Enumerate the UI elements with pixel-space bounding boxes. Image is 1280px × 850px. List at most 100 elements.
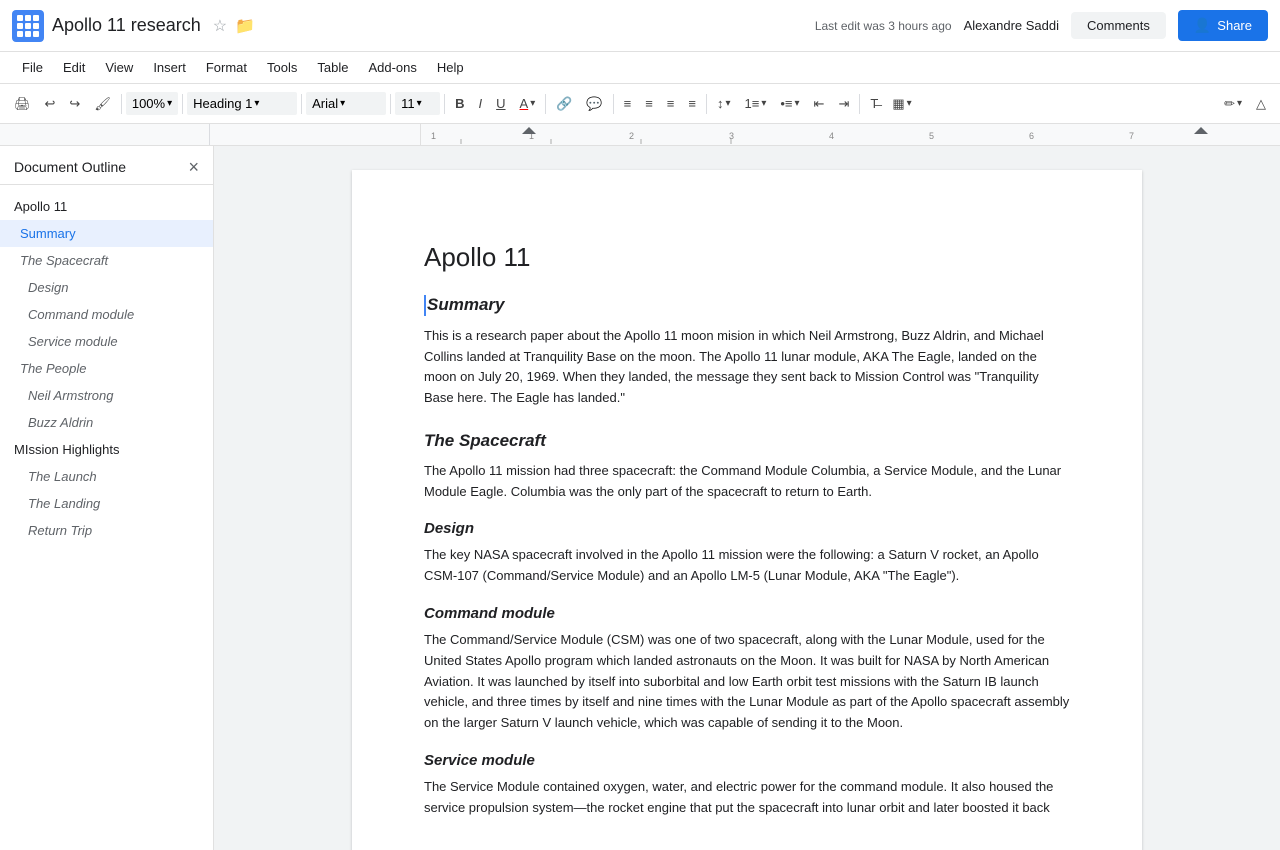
doc-page[interactable]: Apollo 11 Summary This is a research pap… bbox=[352, 170, 1142, 850]
sidebar-title: Document Outline bbox=[14, 159, 126, 175]
align-center-button[interactable]: ≡ bbox=[639, 91, 659, 116]
font-size-value: 11 bbox=[401, 96, 415, 111]
comments-button[interactable]: Comments bbox=[1071, 12, 1166, 39]
menu-edit[interactable]: Edit bbox=[53, 56, 95, 79]
doc-para-summary[interactable]: This is a research paper about the Apoll… bbox=[424, 326, 1070, 409]
outline-item-spacecraft[interactable]: The Spacecraft bbox=[0, 247, 213, 274]
top-bar: Apollo 11 research ☆ 📁 Last edit was 3 h… bbox=[0, 0, 1280, 52]
column-ruler-chevron: ▾ bbox=[907, 98, 912, 109]
bulleted-list-button[interactable]: •≡ ▾ bbox=[774, 91, 805, 116]
zoom-chevron: ▾ bbox=[167, 98, 172, 109]
numbered-list-button[interactable]: 1≡ ▾ bbox=[739, 91, 773, 116]
edit-mode-icon: ✏ bbox=[1224, 96, 1235, 112]
font-size-select[interactable]: 11 ▾ bbox=[395, 92, 440, 115]
svg-text:2: 2 bbox=[629, 131, 634, 141]
separator-2 bbox=[182, 94, 183, 114]
star-icon[interactable]: ☆ bbox=[213, 16, 227, 36]
menu-insert[interactable]: Insert bbox=[143, 56, 196, 79]
outline-item-landing[interactable]: The Landing bbox=[0, 490, 213, 517]
menu-file[interactable]: File bbox=[12, 56, 53, 79]
paint-format-button[interactable]: 🖌 bbox=[88, 91, 117, 117]
grid-icon bbox=[17, 15, 39, 37]
bulleted-list-icon: •≡ bbox=[780, 96, 792, 111]
clear-formatting-button[interactable]: T̶ bbox=[864, 91, 884, 116]
bold-button[interactable]: B bbox=[449, 91, 470, 116]
doc-heading-service-module: Service module bbox=[424, 752, 1070, 769]
print-icon: 🖨 bbox=[14, 96, 31, 112]
numbered-list-icon: 1≡ bbox=[745, 96, 760, 111]
doc-para-design[interactable]: The key NASA spacecraft involved in the … bbox=[424, 545, 1070, 587]
link-button[interactable]: 🔗 bbox=[550, 91, 578, 117]
align-right-button[interactable]: ≡ bbox=[661, 91, 681, 116]
outline-item-command-module[interactable]: Command module bbox=[0, 301, 213, 328]
align-left-button[interactable]: ≡ bbox=[618, 91, 638, 116]
print-button[interactable]: 🖨 bbox=[8, 91, 37, 117]
outline-item-return[interactable]: Return Trip bbox=[0, 517, 213, 544]
outline-item-summary[interactable]: Summary bbox=[0, 220, 213, 247]
font-select[interactable]: Arial ▾ bbox=[306, 92, 386, 115]
decrease-indent-button[interactable]: ⇤ bbox=[808, 91, 831, 117]
outline-item-neil[interactable]: Neil Armstrong bbox=[0, 382, 213, 409]
comment-button[interactable]: 💬 bbox=[580, 91, 608, 117]
close-sidebar-button[interactable]: × bbox=[188, 158, 199, 176]
doc-para-command-module[interactable]: The Command/Service Module (CSM) was one… bbox=[424, 630, 1070, 734]
column-ruler-button[interactable]: ▦ ▾ bbox=[886, 91, 917, 117]
text-color-button[interactable]: A ▾ bbox=[514, 91, 542, 116]
last-edit-text: Last edit was 3 hours ago bbox=[815, 19, 952, 33]
redo-button[interactable]: ↪ bbox=[63, 91, 86, 117]
column-ruler-icon: ▦ bbox=[892, 96, 904, 112]
menu-table[interactable]: Table bbox=[307, 56, 358, 79]
menu-tools[interactable]: Tools bbox=[257, 56, 307, 79]
outline-item-design[interactable]: Design bbox=[0, 274, 213, 301]
increase-indent-icon: ⇥ bbox=[838, 96, 849, 112]
outline-item-apollo11[interactable]: Apollo 11 bbox=[0, 193, 213, 220]
menu-help[interactable]: Help bbox=[427, 56, 474, 79]
doc-para-spacecraft[interactable]: The Apollo 11 mission had three spacecra… bbox=[424, 461, 1070, 503]
heading-chevron: ▾ bbox=[254, 98, 259, 109]
main-area: Document Outline × Apollo 11 Summary The… bbox=[0, 146, 1280, 850]
outline-item-launch[interactable]: The Launch bbox=[0, 463, 213, 490]
bulleted-list-chevron: ▾ bbox=[795, 98, 800, 109]
outline-item-buzz[interactable]: Buzz Aldrin bbox=[0, 409, 213, 436]
outline-item-service-module[interactable]: Service module bbox=[0, 328, 213, 355]
heading-style-value: Heading 1 bbox=[193, 96, 252, 111]
decrease-indent-icon: ⇤ bbox=[814, 96, 825, 112]
toolbar: 🖨 ↩ ↪ 🖌 100% ▾ Heading 1 ▾ Arial ▾ 11 ▾ … bbox=[0, 84, 1280, 124]
italic-button[interactable]: I bbox=[473, 91, 489, 116]
app-grid-button[interactable] bbox=[12, 10, 44, 42]
menu-view[interactable]: View bbox=[95, 56, 143, 79]
doc-heading-spacecraft: The Spacecraft bbox=[424, 431, 1070, 451]
doc-title-heading: Apollo 11 bbox=[424, 242, 1070, 273]
font-size-chevron: ▾ bbox=[417, 98, 422, 109]
clear-formatting-icon: T̶ bbox=[870, 96, 878, 111]
underline-icon: U bbox=[496, 96, 505, 111]
edit-mode-button[interactable]: ✏ ▾ bbox=[1218, 91, 1248, 117]
doc-title: Apollo 11 research bbox=[52, 15, 201, 36]
doc-heading-command-module: Command module bbox=[424, 605, 1070, 622]
justify-button[interactable]: ≡ bbox=[682, 91, 702, 116]
edit-mode-chevron: ▾ bbox=[1237, 98, 1242, 109]
outline-item-mission-highlights[interactable]: MIssion Highlights bbox=[0, 436, 213, 463]
share-button[interactable]: 👤 Share bbox=[1178, 10, 1268, 41]
increase-indent-button[interactable]: ⇥ bbox=[832, 91, 855, 117]
heading-style-select[interactable]: Heading 1 ▾ bbox=[187, 92, 297, 115]
collapse-toolbar-button[interactable]: △ bbox=[1250, 91, 1272, 117]
bold-icon: B bbox=[455, 96, 464, 111]
ruler: 1 1 2 3 4 5 6 7 bbox=[0, 124, 1280, 146]
share-label: Share bbox=[1217, 18, 1252, 33]
underline-button[interactable]: U bbox=[490, 91, 511, 116]
separator-4 bbox=[390, 94, 391, 114]
line-spacing-button[interactable]: ↕ ▾ bbox=[711, 91, 737, 116]
user-name: Alexandre Saddi bbox=[964, 18, 1059, 33]
outline-item-people[interactable]: The People bbox=[0, 355, 213, 382]
italic-icon: I bbox=[479, 96, 483, 111]
separator-9 bbox=[859, 94, 860, 114]
zoom-select[interactable]: 100% ▾ bbox=[126, 92, 178, 115]
menu-addons[interactable]: Add-ons bbox=[358, 56, 426, 79]
undo-button[interactable]: ↩ bbox=[39, 91, 62, 117]
doc-heading-summary: Summary bbox=[424, 295, 1070, 316]
doc-area[interactable]: Apollo 11 Summary This is a research pap… bbox=[214, 146, 1280, 850]
folder-icon[interactable]: 📁 bbox=[235, 16, 255, 36]
doc-para-service-module[interactable]: The Service Module contained oxygen, wat… bbox=[424, 777, 1070, 819]
menu-format[interactable]: Format bbox=[196, 56, 257, 79]
